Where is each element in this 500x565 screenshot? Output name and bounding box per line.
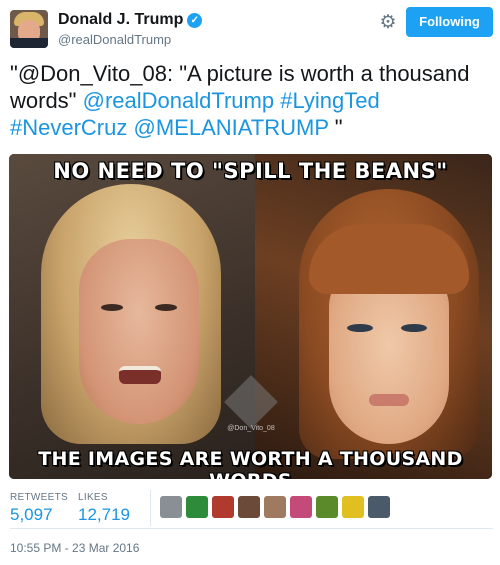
left-portrait-eye [155,304,177,311]
left-portrait-face [79,239,199,424]
profile-avatar[interactable] [10,10,48,48]
display-name-text[interactable]: Donald J. Trump [58,11,183,28]
image-caption-top: NO NEED TO "SPILL THE BEANS" [53,159,448,183]
tweet-entity-link[interactable]: #NeverCruz [10,115,127,140]
tweet-entity-link[interactable]: #LyingTed [280,88,379,113]
display-name[interactable]: Donald J. Trump ✓ [58,11,203,29]
tweet-timestamp[interactable]: 10:55 PM - 23 Mar 2016 [10,541,139,555]
divider [10,528,493,529]
watermark-logo: @Don_Vito_08 [224,375,278,437]
tweet-entity-link[interactable]: @MELANIATRUMP [134,115,329,140]
avatar-4-icon[interactable] [238,496,260,518]
likes-count[interactable]: 12,719 [78,505,130,525]
following-button[interactable]: Following [406,7,493,37]
avatar-6-icon[interactable] [290,496,312,518]
likes-label: LIKES [78,492,108,503]
right-portrait-lips [369,394,409,406]
avatar-7-icon[interactable] [316,496,338,518]
image-caption-bottom: THE IMAGES ARE WORTH A THOUSAND WORDS [38,448,463,479]
retweets-count[interactable]: 5,097 [10,505,53,525]
retweets-label: RETWEETS [10,492,68,503]
watermark-eagle-icon [224,375,278,429]
avatar-3-icon[interactable] [212,496,234,518]
left-portrait-eye [101,304,123,311]
avatar-suit [10,38,48,48]
tweet-text: "@Don_Vito_08: "A picture is worth a tho… [10,60,494,141]
gear-icon[interactable]: ⚙ [378,13,398,33]
avatar-2-icon[interactable] [186,496,208,518]
avatar-1-icon[interactable] [160,496,182,518]
tweet-text-segment: " [10,61,18,86]
watermark-text: @Don_Vito_08 [227,425,275,432]
tweet-text-segment: " [328,115,343,140]
right-portrait-bangs [309,224,469,294]
left-portrait-mouth [119,366,161,384]
right-portrait-eye [347,324,373,332]
tweet-entity-link[interactable]: @realDonaldTrump [83,88,274,113]
avatar-8-icon[interactable] [342,496,364,518]
verified-badge-icon: ✓ [187,13,203,28]
tweet-text-segment: @Don_Vito_08 [17,61,167,86]
user-handle[interactable]: @realDonaldTrump [58,32,171,47]
right-portrait-eye [401,324,427,332]
avatar-9-icon[interactable] [368,496,390,518]
stats-divider [150,490,151,526]
avatar-5-icon[interactable] [264,496,286,518]
tweet-media-image[interactable]: @Don_Vito_08 NO NEED TO "SPILL THE BEANS… [9,154,492,479]
